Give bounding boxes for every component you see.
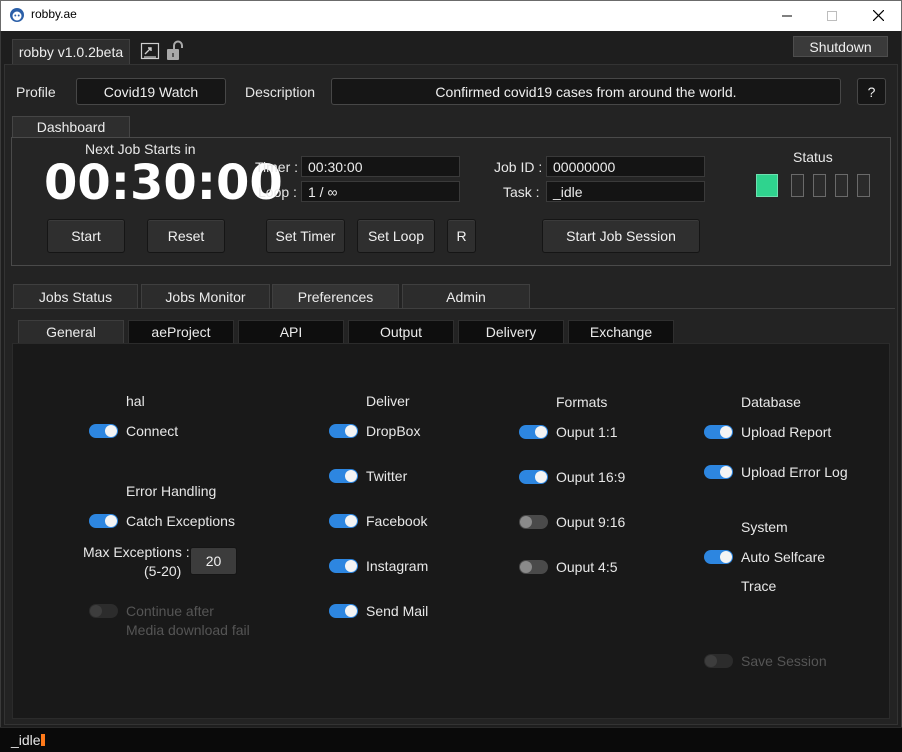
- catch-exceptions-label: Catch Exceptions: [126, 513, 235, 529]
- profile-label: Profile: [16, 84, 56, 100]
- status-led: [835, 174, 848, 197]
- help-button[interactable]: ?: [857, 78, 886, 105]
- maximize-icon: [827, 10, 837, 21]
- tab-general[interactable]: General: [18, 320, 124, 343]
- upload-error-log-label: Upload Error Log: [741, 464, 848, 480]
- tab-aeproject[interactable]: aeProject: [128, 320, 234, 343]
- system-heading: System: [741, 519, 788, 535]
- facebook-label: Facebook: [366, 513, 428, 529]
- upload-report-label: Upload Report: [741, 424, 832, 440]
- timer-label: Timer :: [255, 159, 299, 175]
- output-4-5-label: Ouput 4:5: [556, 559, 618, 575]
- continue-after-label: Continue after: [126, 603, 214, 619]
- send-mail-toggle[interactable]: [329, 604, 358, 618]
- set-timer-button[interactable]: Set Timer: [266, 219, 345, 253]
- continue-after-toggle[interactable]: [89, 604, 118, 618]
- shutdown-button[interactable]: Shutdown: [793, 36, 888, 57]
- maximize-button[interactable]: [809, 0, 855, 31]
- description-field[interactable]: Confirmed covid19 cases from around the …: [331, 78, 841, 105]
- twitter-label: Twitter: [366, 468, 408, 484]
- loop-field[interactable]: 1 / ∞: [301, 181, 460, 202]
- hal-heading: hal: [126, 393, 145, 409]
- output-16-9-label: Ouput 16:9: [556, 469, 626, 485]
- catch-exceptions-toggle[interactable]: [89, 514, 118, 528]
- app-logo-icon: [10, 8, 24, 22]
- tab-exchange[interactable]: Exchange: [568, 320, 674, 343]
- tab-admin[interactable]: Admin: [402, 284, 530, 308]
- dropbox-toggle[interactable]: [329, 424, 358, 438]
- max-exceptions-label: Max Exceptions :: [83, 544, 190, 560]
- job-id-label: Job ID :: [494, 159, 543, 175]
- close-button[interactable]: [855, 0, 901, 31]
- output-1-1-label: Ouput 1:1: [556, 424, 618, 440]
- instagram-toggle[interactable]: [329, 559, 358, 573]
- start-job-session-button[interactable]: Start Job Session: [542, 219, 700, 253]
- dropbox-label: DropBox: [366, 423, 421, 439]
- tab-delivery[interactable]: Delivery: [458, 320, 564, 343]
- output-1-1-toggle[interactable]: [519, 425, 548, 439]
- minimize-button[interactable]: [764, 0, 810, 31]
- window-title: robby.ae: [31, 7, 77, 21]
- save-session-label: Save Session: [741, 653, 827, 669]
- upload-report-toggle[interactable]: [704, 425, 733, 439]
- unlock-icon[interactable]: [165, 40, 185, 62]
- output-9-16-label: Ouput 9:16: [556, 514, 626, 530]
- tab-output[interactable]: Output: [348, 320, 454, 343]
- auto-selfcare-toggle[interactable]: [704, 550, 733, 564]
- output-16-9-toggle[interactable]: [519, 470, 548, 484]
- deliver-heading: Deliver: [366, 393, 410, 409]
- continue-after-label-line2: Media download fail: [126, 622, 250, 638]
- profile-selector[interactable]: Covid19 Watch: [76, 78, 226, 105]
- countdown-display: 00:30:00: [44, 155, 283, 211]
- job-id-field[interactable]: 00000000: [546, 156, 705, 177]
- auto-selfcare-label: Auto Selfcare: [741, 549, 826, 565]
- description-label: Description: [245, 84, 316, 100]
- task-field[interactable]: _idle: [546, 181, 705, 202]
- tab-preferences[interactable]: Preferences: [272, 284, 399, 308]
- version-tab[interactable]: robby v1.0.2beta: [12, 39, 130, 64]
- save-session-toggle[interactable]: [704, 654, 733, 668]
- tab-jobs-status[interactable]: Jobs Status: [13, 284, 138, 308]
- error-handling-heading: Error Handling: [126, 483, 217, 499]
- database-heading: Database: [741, 394, 801, 410]
- status-led-active: [756, 174, 778, 197]
- connect-label: Connect: [126, 423, 179, 439]
- connect-toggle[interactable]: [89, 424, 118, 438]
- max-exceptions-input[interactable]: 20: [190, 547, 237, 575]
- timer-field[interactable]: 00:30:00: [301, 156, 460, 177]
- reset-button[interactable]: Reset: [147, 219, 225, 253]
- trace-label: Trace: [741, 578, 777, 594]
- start-button[interactable]: Start: [47, 219, 125, 253]
- output-9-16-toggle[interactable]: [519, 515, 548, 529]
- upload-error-log-toggle[interactable]: [704, 465, 733, 479]
- tab-dashboard[interactable]: Dashboard: [12, 116, 130, 137]
- loop-label: Loop :: [258, 184, 297, 200]
- tab-api[interactable]: API: [238, 320, 344, 343]
- pin-window-icon[interactable]: [140, 40, 162, 62]
- facebook-toggle[interactable]: [329, 514, 358, 528]
- status-led: [813, 174, 826, 197]
- status-text: _idle: [11, 732, 41, 748]
- status-caret: [41, 734, 45, 746]
- formats-heading: Formats: [556, 394, 608, 410]
- r-button[interactable]: R: [447, 219, 476, 253]
- close-icon: [872, 10, 884, 21]
- minimize-icon: [782, 15, 792, 16]
- send-mail-label: Send Mail: [366, 603, 429, 619]
- task-label: Task :: [503, 184, 540, 200]
- max-exceptions-range: (5-20): [144, 563, 182, 579]
- status-led: [791, 174, 804, 197]
- set-loop-button[interactable]: Set Loop: [357, 219, 435, 253]
- status-label: Status: [793, 149, 833, 165]
- instagram-label: Instagram: [366, 558, 429, 574]
- twitter-toggle[interactable]: [329, 469, 358, 483]
- tab-jobs-monitor[interactable]: Jobs Monitor: [141, 284, 270, 308]
- status-bar: [0, 727, 902, 752]
- output-4-5-toggle[interactable]: [519, 560, 548, 574]
- status-led: [857, 174, 870, 197]
